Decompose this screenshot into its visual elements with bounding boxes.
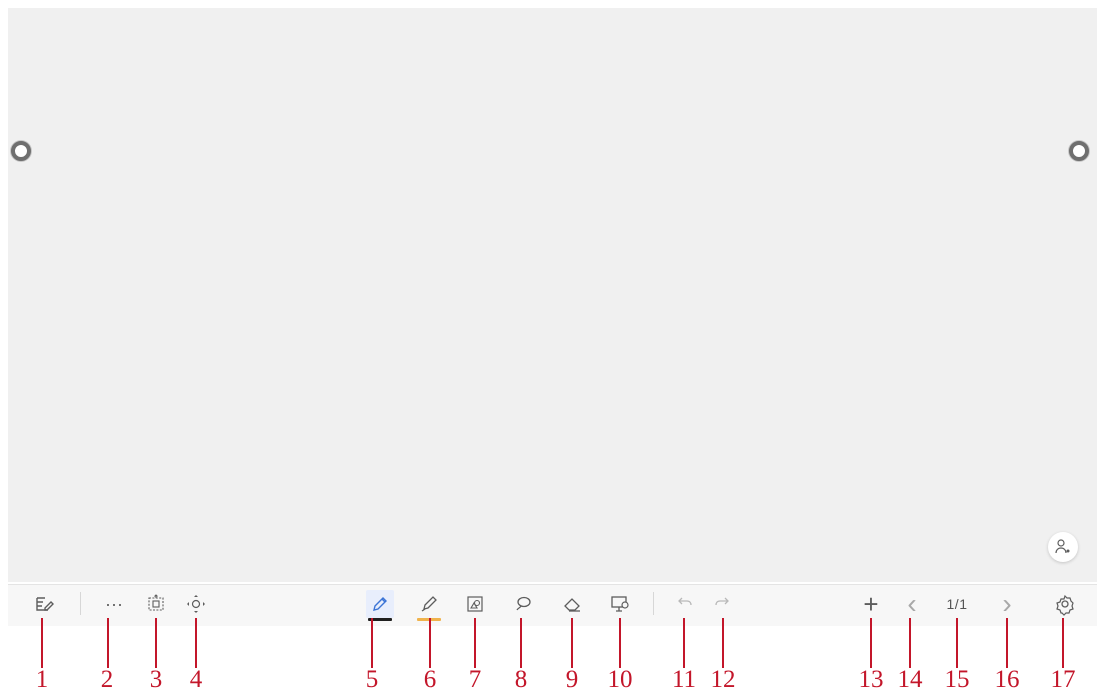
callout-number-14: 14 (897, 666, 923, 693)
plus-icon: + (863, 589, 879, 619)
callout-number-2: 2 (100, 666, 114, 693)
ellipsis-icon: ··· (105, 594, 123, 614)
presentation-icon (611, 596, 629, 612)
callout-line-13 (870, 618, 872, 668)
callout-line-6 (429, 618, 431, 668)
callout-number-11: 11 (671, 666, 697, 693)
callout-line-4 (195, 618, 197, 668)
callout-number-13: 13 (858, 666, 884, 693)
user-switch-icon (1055, 539, 1070, 554)
callout-number-4: 4 (189, 666, 203, 693)
callout-number-1: 1 (35, 666, 49, 693)
callout-line-10 (619, 618, 621, 668)
callout-number-5: 5 (365, 666, 379, 693)
select-button[interactable] (142, 590, 170, 618)
highlighter-icon (421, 596, 437, 612)
lasso-icon (516, 596, 531, 611)
more-button[interactable]: ··· (100, 590, 128, 618)
shape-icon (467, 596, 483, 612)
redo-button[interactable] (709, 590, 737, 618)
callout-line-8 (520, 618, 522, 668)
eraser-button[interactable] (558, 590, 586, 618)
move-icon (187, 595, 205, 613)
callout-line-12 (722, 618, 724, 668)
callout-number-17: 17 (1050, 666, 1076, 693)
lasso-button[interactable] (509, 590, 537, 618)
callout-number-12: 12 (710, 666, 736, 693)
whiteboard-canvas[interactable] (8, 8, 1097, 582)
pen-icon (373, 597, 387, 611)
callout-number-16: 16 (994, 666, 1020, 693)
chevron-left-icon: ‹ (907, 588, 917, 619)
callout-number-6: 6 (423, 666, 437, 693)
callout-line-11 (683, 618, 685, 668)
redo-icon (715, 597, 729, 606)
shape-button[interactable] (461, 590, 489, 618)
settings-button[interactable] (1051, 590, 1079, 618)
callout-line-17 (1062, 618, 1064, 668)
callout-line-2 (107, 618, 109, 668)
callout-line-14 (909, 618, 911, 668)
previous-page-button[interactable]: ‹ (898, 590, 926, 618)
callout-line-9 (571, 618, 573, 668)
callout-line-7 (474, 618, 476, 668)
selection-icon (148, 594, 164, 611)
callout-number-9: 9 (565, 666, 579, 693)
toolbar-separator (80, 592, 81, 615)
next-page-button[interactable]: › (993, 590, 1021, 618)
chevron-right-icon: › (1002, 588, 1012, 619)
gear-icon (1056, 594, 1074, 616)
callout-number-8: 8 (514, 666, 528, 693)
callout-number-15: 15 (944, 666, 970, 693)
highlighter-button[interactable] (415, 590, 443, 621)
roam-button[interactable] (182, 590, 210, 618)
undo-icon (678, 597, 692, 606)
exit-edit-button[interactable] (30, 590, 58, 618)
bottom-toolbar (8, 584, 1097, 626)
user-switch-button[interactable] (1048, 532, 1078, 562)
callout-number-3: 3 (149, 666, 163, 693)
pen-button[interactable] (366, 590, 394, 621)
undo-button[interactable] (670, 590, 698, 618)
callout-number-7: 7 (468, 666, 482, 693)
callout-line-1 (41, 618, 43, 668)
add-page-button[interactable]: + (857, 590, 885, 618)
page-indicator: 1/1 (946, 596, 968, 612)
callout-line-16 (1006, 618, 1008, 668)
annotation-button[interactable] (606, 590, 634, 618)
eraser-icon (564, 598, 580, 612)
left-side-handle[interactable] (11, 141, 31, 161)
edit-note-icon (36, 597, 54, 611)
right-side-handle[interactable] (1069, 141, 1089, 161)
callout-line-15 (956, 618, 958, 668)
whiteboard-screen: ··· + ‹ 1/1 › 1 2 3 4 5 6 7 8 9 10 11 12… (0, 0, 1101, 693)
toolbar-separator (653, 592, 654, 615)
callout-line-3 (155, 618, 157, 668)
callout-line-5 (371, 618, 373, 668)
callout-number-10: 10 (607, 666, 633, 693)
